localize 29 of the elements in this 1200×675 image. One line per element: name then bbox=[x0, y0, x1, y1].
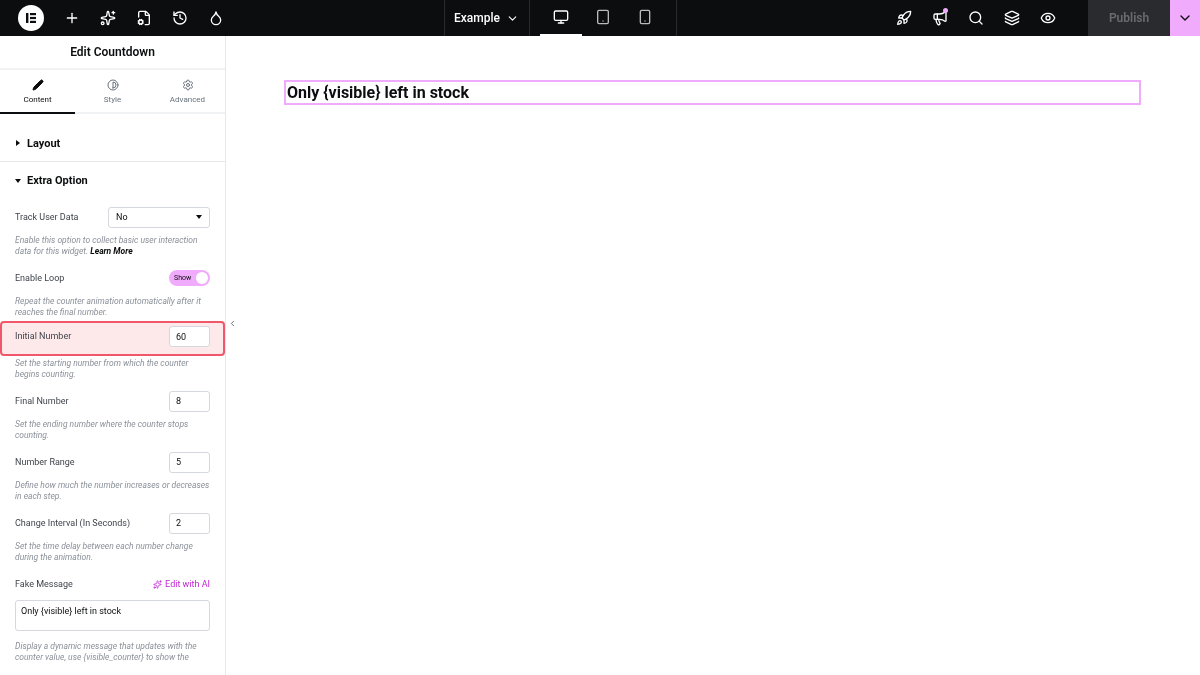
control-description: Repeat the counter animation automatically after it reaches the final number. bbox=[15, 296, 202, 318]
control-label: Fake Message bbox=[15, 577, 73, 591]
document-selector[interactable]: Example bbox=[454, 11, 500, 25]
number-field[interactable]: 2 bbox=[169, 512, 210, 534]
edit-with-ai-link[interactable]: Edit with AI bbox=[165, 579, 210, 589]
number-field[interactable]: 8 bbox=[169, 390, 210, 412]
control-label: Enable Loop bbox=[15, 271, 65, 285]
control-label: Change Interval (In Seconds) bbox=[15, 516, 131, 530]
control-description: Set the ending number where the counter stops counting. bbox=[15, 419, 190, 441]
control-description: Enable this option to collect basic user interaction data for this widget. Learn More bbox=[15, 235, 199, 257]
number-field[interactable]: 5 bbox=[169, 451, 210, 473]
canvas-heading: Only {visible} left in stock bbox=[284, 80, 1141, 105]
control-description: Set the starting number from which the counter begins counting. bbox=[15, 358, 190, 380]
control-label: Track User Data bbox=[15, 210, 79, 224]
control-description: Set the time delay between each number change during the animation. bbox=[15, 541, 194, 563]
control-label: Number Range bbox=[15, 455, 75, 469]
control-label: Initial Number bbox=[15, 330, 72, 343]
message-textarea[interactable]: Only {visible} left in stock bbox=[15, 600, 210, 631]
select-field[interactable]: No bbox=[108, 206, 210, 228]
control-label: Final Number bbox=[15, 394, 69, 408]
number-field[interactable]: 60 bbox=[169, 326, 210, 347]
control-description: Display a dynamic message that updates with the counter value, use {visible_counter} to show the bbox=[15, 641, 198, 663]
section-header[interactable]: Extra Option bbox=[0, 162, 225, 199]
section-header[interactable]: Layout bbox=[0, 125, 225, 162]
panel-title: Edit Countdown bbox=[0, 36, 225, 70]
panel-tab[interactable]: Advanced bbox=[150, 70, 225, 114]
panel-tab[interactable]: Content bbox=[0, 70, 75, 114]
panel-tab[interactable]: Style bbox=[75, 70, 150, 114]
control-description: Define how much the number increases or decreases in each step. bbox=[15, 480, 210, 502]
